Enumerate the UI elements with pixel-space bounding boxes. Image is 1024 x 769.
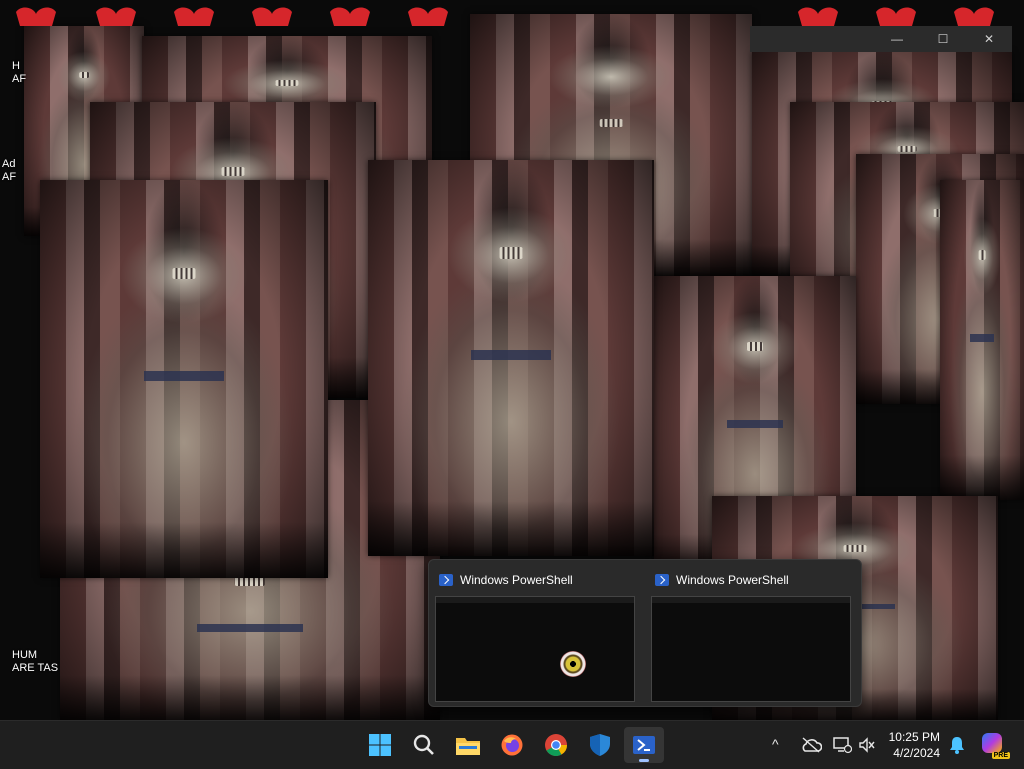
clock-time: 10:25 PM (888, 730, 940, 744)
powershell-button[interactable] (624, 727, 664, 763)
maximize-button[interactable]: ☐ (920, 26, 966, 52)
windows-logo-icon (369, 734, 391, 756)
search-icon (413, 734, 434, 755)
powershell-icon (633, 736, 655, 754)
taskbar-thumbnail-popup: Windows PowerShell Windows PowerShell (428, 559, 862, 707)
image-popup[interactable] (368, 160, 654, 556)
image-popup[interactable] (40, 180, 328, 578)
desktop-icon-label[interactable]: HUM ARE TAS (12, 649, 58, 675)
start-button[interactable] (360, 727, 400, 763)
heart-icon (12, 6, 60, 30)
search-button[interactable] (404, 727, 444, 763)
powershell-icon (439, 574, 453, 586)
tray-overflow-chevron[interactable]: ^ (772, 736, 779, 752)
clock-date: 4/2/2024 (893, 746, 940, 760)
defender-button[interactable] (580, 727, 620, 763)
desktop-icon-label[interactable]: Ad AF (2, 158, 16, 184)
taskbar: ^ 10:25 PM 4/2/2024 PRE (0, 720, 1024, 769)
thumbnail-preview (651, 596, 851, 702)
file-explorer-button[interactable] (448, 727, 488, 763)
firefox-icon (501, 734, 523, 756)
heart-icon (170, 6, 218, 30)
folder-icon (456, 738, 480, 755)
thumbnail-title: Windows PowerShell (460, 573, 573, 587)
desktop-icon-label[interactable]: H AF (12, 60, 26, 86)
heart-icon (248, 6, 296, 30)
eyeball-icon (560, 651, 586, 677)
onedrive-icon[interactable] (800, 737, 823, 756)
minimize-button[interactable]: — (874, 26, 920, 52)
copilot-badge: PRE (991, 752, 1010, 759)
image-popup[interactable] (940, 180, 1024, 500)
powershell-icon (655, 574, 669, 586)
copilot-icon[interactable]: PRE (980, 731, 1010, 759)
network-icon[interactable] (832, 736, 853, 757)
shield-icon (590, 734, 610, 756)
window-titlebar[interactable]: — ☐ ✕ (750, 26, 1012, 52)
chrome-icon (545, 734, 567, 756)
powershell-thumbnail[interactable]: Windows PowerShell (649, 566, 851, 702)
clock[interactable]: 10:25 PM 4/2/2024 (889, 729, 940, 761)
heart-icon (404, 6, 452, 30)
heart-icon (92, 6, 140, 30)
volume-muted-icon[interactable] (858, 737, 876, 756)
desktop: H AF Ad AF HUM ARE TAS — ☐ ✕ Windows Pow… (0, 0, 1024, 720)
firefox-button[interactable] (492, 727, 532, 763)
close-button[interactable]: ✕ (966, 26, 1012, 52)
thumbnail-preview (435, 596, 635, 702)
powershell-thumbnail[interactable]: Windows PowerShell (433, 566, 635, 702)
notification-bell-icon[interactable] (948, 735, 966, 758)
thumbnail-title: Windows PowerShell (676, 573, 789, 587)
heart-icon (326, 6, 374, 30)
chrome-button[interactable] (536, 727, 576, 763)
